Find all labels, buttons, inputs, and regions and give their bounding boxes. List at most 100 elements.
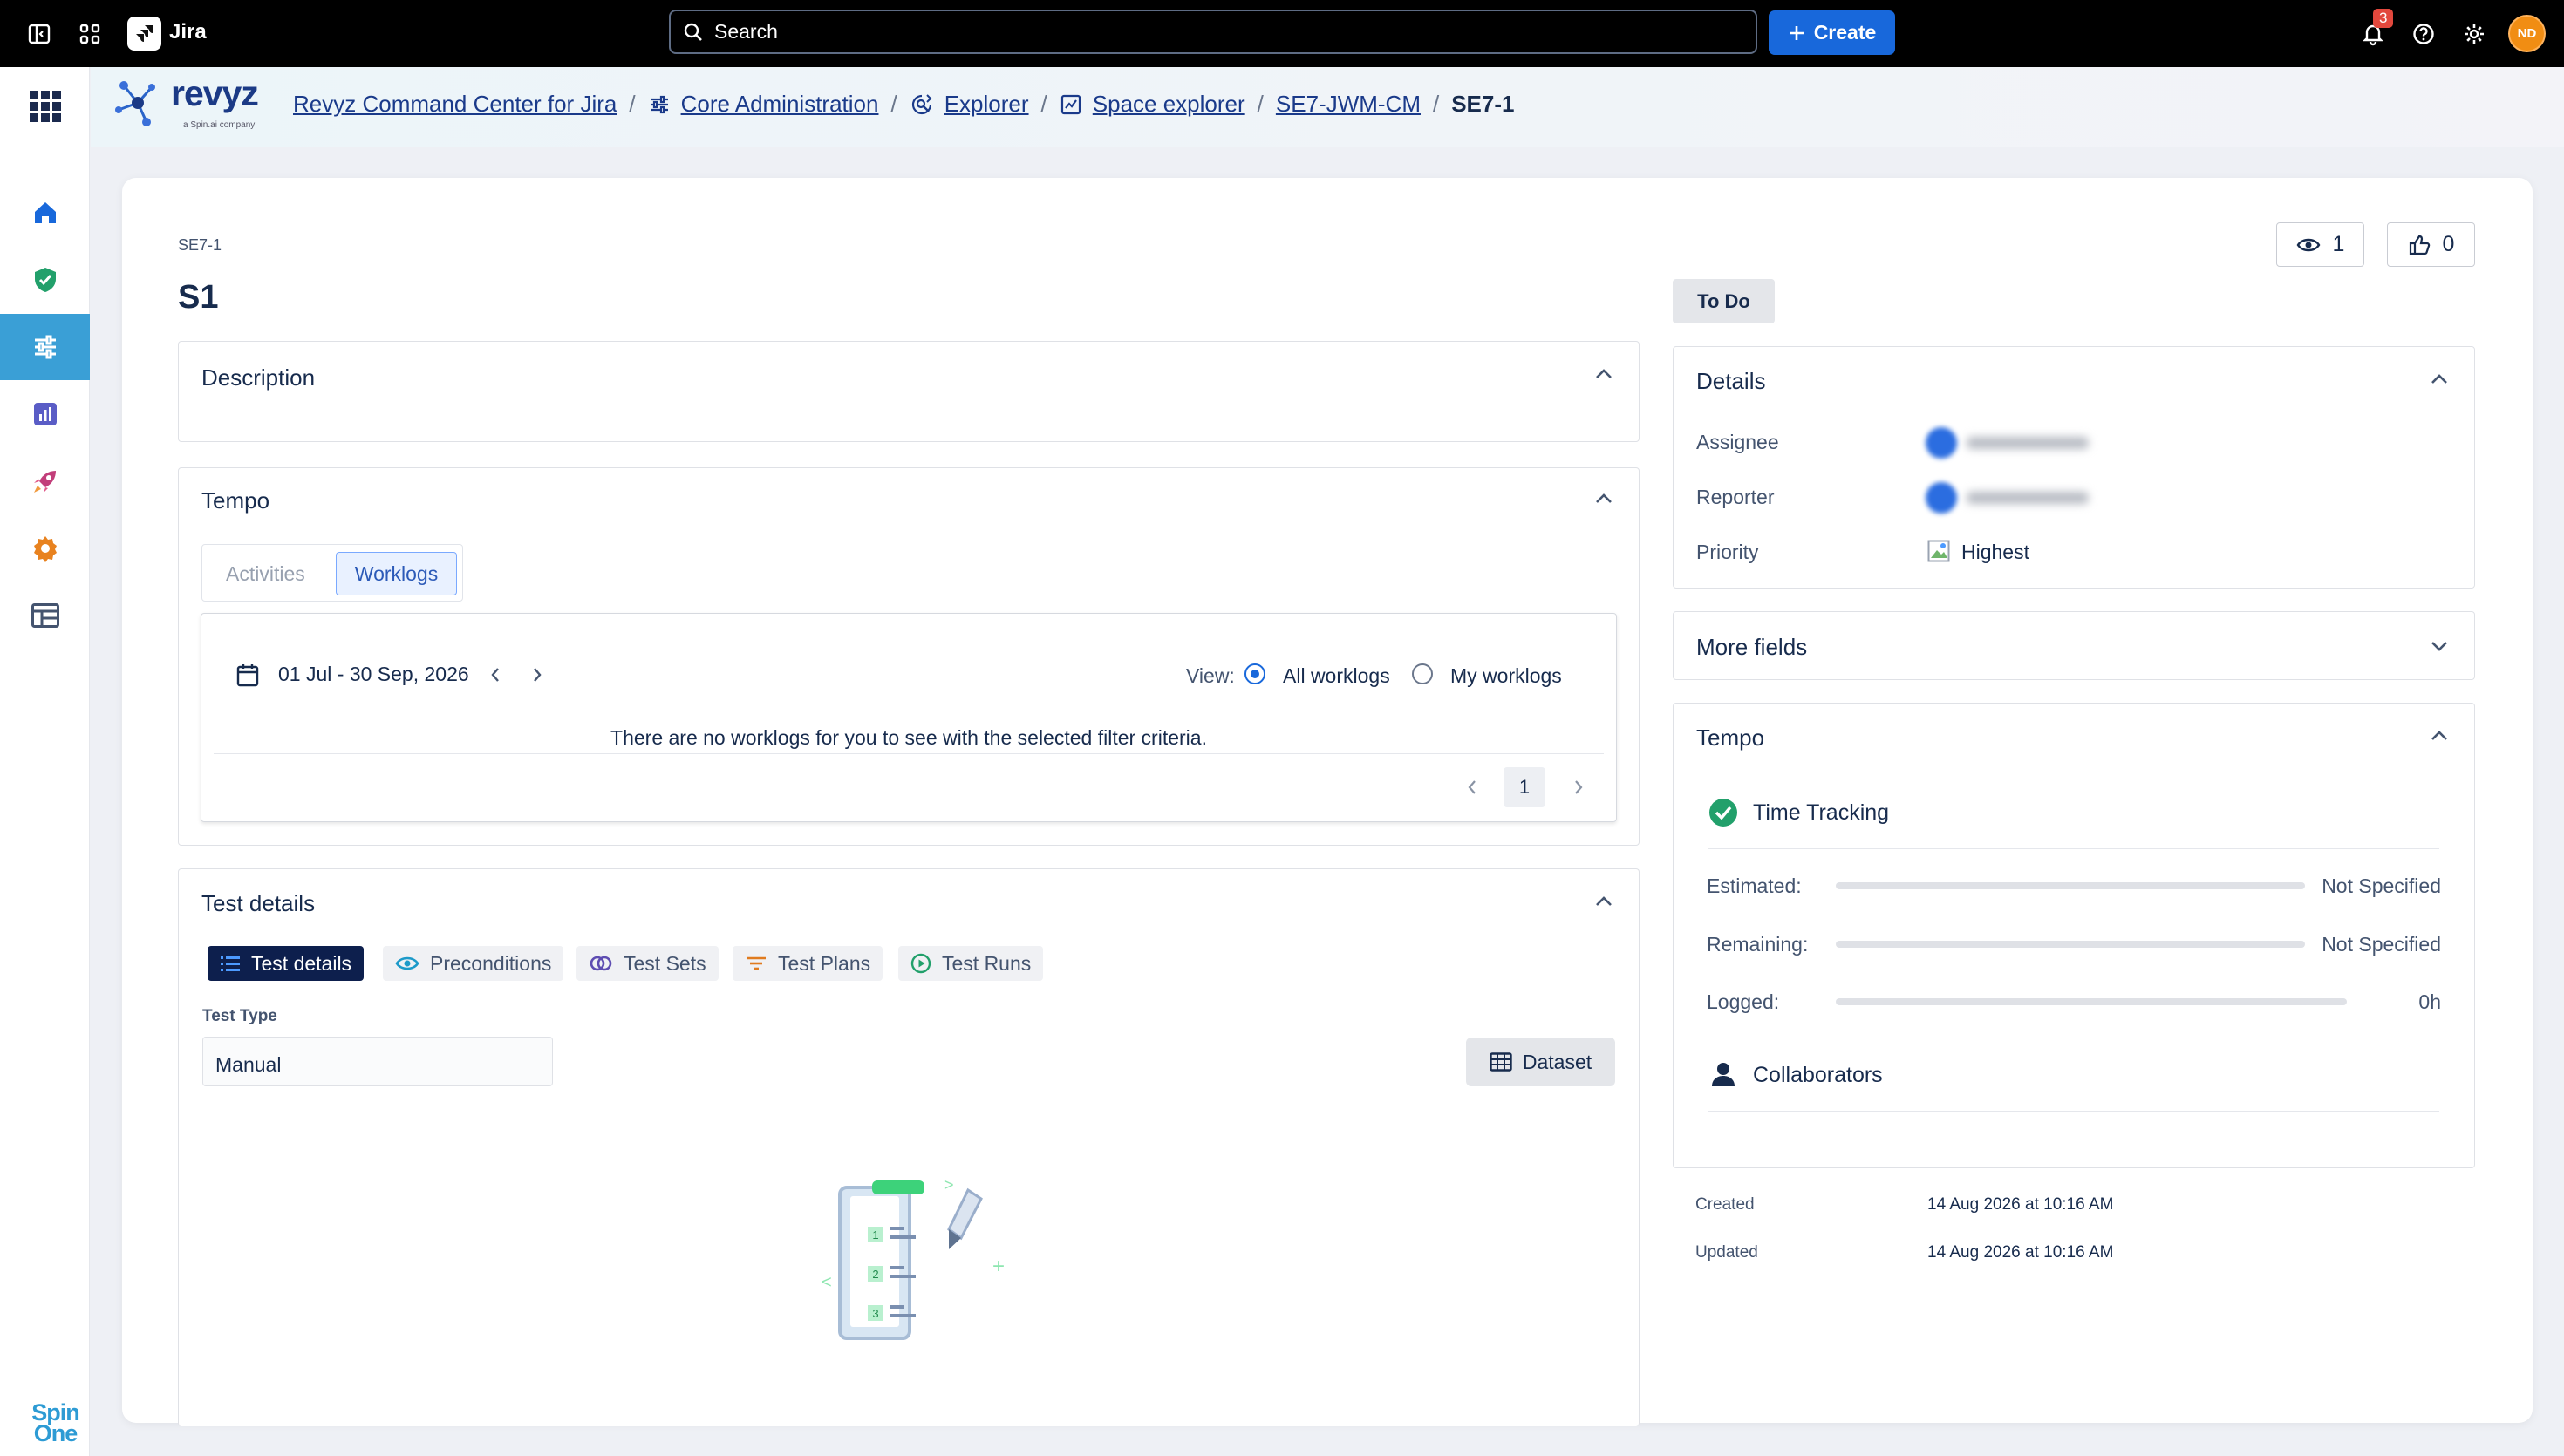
chevron-left-icon[interactable] <box>489 666 501 684</box>
tab-test-details[interactable]: Test details <box>208 946 365 981</box>
priority-image-icon <box>1927 540 1950 562</box>
reporter-avatar[interactable] <box>1926 482 1957 514</box>
revyz-logo-subtitle: a Spin.ai company <box>183 120 256 130</box>
estimated-label: Estimated: <box>1707 874 1802 897</box>
remaining-label: Remaining: <box>1707 933 1809 956</box>
vote-button[interactable]: 0 <box>2387 222 2475 267</box>
empty-worklogs-message: There are no worklogs for you to see wit… <box>610 726 1207 749</box>
chevron-down-icon[interactable] <box>2431 640 2448 652</box>
test-sets-icon <box>590 956 612 971</box>
assignee-name-redacted[interactable] <box>1967 437 2089 449</box>
sidebar-toggle-icon[interactable] <box>23 17 56 51</box>
search-icon <box>684 23 702 41</box>
details-panel: Details Assignee Reporter Priority Highe… <box>1673 346 2475 589</box>
app-name[interactable]: Jira <box>169 20 207 44</box>
assignee-avatar[interactable] <box>1926 427 1957 459</box>
tab-preconditions-label: Preconditions <box>430 951 552 975</box>
search-placeholder: Search <box>714 20 778 43</box>
help-icon[interactable] <box>2407 17 2440 51</box>
search-input[interactable]: Search <box>669 10 1757 54</box>
chevron-right-icon[interactable] <box>531 666 543 684</box>
details-heading: Details <box>1696 368 1766 394</box>
grid-table-icon <box>1490 1052 1512 1072</box>
all-worklogs-radio[interactable] <box>1244 663 1265 684</box>
all-worklogs-label[interactable]: All worklogs <box>1283 664 1390 688</box>
tab-preconditions[interactable]: Preconditions <box>383 946 564 981</box>
jira-logo-icon[interactable] <box>127 17 161 51</box>
tempo-panel-heading: Tempo <box>1696 725 1765 751</box>
logged-label: Logged: <box>1707 990 1780 1013</box>
chevron-up-icon[interactable] <box>1595 895 1613 908</box>
reports-chart-icon[interactable] <box>0 381 90 447</box>
sliders-icon <box>650 95 668 113</box>
revyz-logo-text: revyz <box>171 73 259 113</box>
table-layout-icon[interactable] <box>0 582 90 649</box>
core-administration-sliders-icon[interactable] <box>0 314 90 380</box>
reporter-name-redacted[interactable] <box>1967 492 2089 504</box>
breadcrumb-link-command-center[interactable]: Revyz Command Center for Jira <box>293 91 617 118</box>
breadcrumb-item-explorer: Explorer <box>910 91 1029 118</box>
space-explorer-icon <box>1060 94 1081 114</box>
chevron-up-icon[interactable] <box>2431 730 2448 742</box>
breadcrumb-separator: / <box>1432 91 1440 117</box>
revyz-logo-mark-icon <box>115 81 155 126</box>
svg-text:>: > <box>944 1176 954 1194</box>
pagination-prev-icon[interactable] <box>1466 779 1478 796</box>
issue-title: S1 <box>178 279 219 316</box>
revyz-logo[interactable]: revyz a Spin.ai company <box>110 73 259 130</box>
breadcrumb-link-project[interactable]: SE7-JWM-CM <box>1276 91 1421 118</box>
breadcrumb-current: SE7-1 <box>1451 91 1515 117</box>
chevron-up-icon[interactable] <box>2431 373 2448 385</box>
breadcrumb-link-core-administration[interactable]: Core Administration <box>681 91 879 118</box>
tab-worklogs[interactable]: Worklogs <box>336 552 457 595</box>
pagination-next-icon[interactable] <box>1572 779 1585 796</box>
tab-test-plans[interactable]: Test Plans <box>733 946 883 981</box>
more-fields-panel[interactable]: More fields <box>1673 611 2475 680</box>
spinone-logo: Spin One <box>31 1399 80 1446</box>
app-grid-icon[interactable] <box>0 76 90 137</box>
remaining-progress-bar <box>1836 941 2305 948</box>
updated-value: 14 Aug 2026 at 10:16 AM <box>1927 1243 2114 1262</box>
test-type-field[interactable]: Manual <box>202 1037 553 1086</box>
watcher-count: 1 <box>2332 232 2345 256</box>
updated-label: Updated <box>1695 1243 1758 1262</box>
eye-icon <box>2296 238 2320 251</box>
view-label: View: <box>1186 664 1235 687</box>
pagination-page-button[interactable]: 1 <box>1504 767 1545 807</box>
breadcrumb-separator: / <box>1257 91 1264 117</box>
date-range[interactable]: 01 Jul - 30 Sep, 2026 <box>278 663 469 686</box>
settings-gear-orange-icon[interactable] <box>0 515 90 582</box>
tab-test-runs[interactable]: Test Runs <box>898 946 1044 981</box>
dataset-button[interactable]: Dataset <box>1466 1038 1615 1086</box>
calendar-icon[interactable] <box>236 663 259 687</box>
watch-button[interactable]: 1 <box>2276 222 2364 267</box>
shield-check-icon[interactable] <box>0 247 90 313</box>
explorer-search-icon <box>911 93 932 114</box>
list-icon <box>221 956 240 971</box>
tempo-heading: Tempo <box>201 487 270 514</box>
priority-value[interactable]: Highest <box>1961 541 2029 564</box>
tempo-time-tracking-panel: Tempo Time Tracking Estimated: Not Speci… <box>1673 703 2475 1168</box>
created-value: 14 Aug 2026 at 10:16 AM <box>1927 1195 2114 1214</box>
create-button[interactable]: Create <box>1769 10 1895 55</box>
home-icon[interactable] <box>0 180 90 246</box>
my-worklogs-radio[interactable] <box>1412 663 1433 684</box>
chevron-up-icon[interactable] <box>1595 493 1613 505</box>
collaborators-title[interactable]: Collaborators <box>1753 1063 1883 1088</box>
chevron-up-icon[interactable] <box>1595 368 1613 380</box>
rocket-icon[interactable] <box>0 448 90 514</box>
tab-test-sets[interactable]: Test Sets <box>576 946 719 981</box>
tab-activities[interactable]: Activities <box>226 562 305 586</box>
breadcrumb-separator: / <box>890 91 897 117</box>
settings-gear-icon[interactable] <box>2458 17 2491 51</box>
dataset-label: Dataset <box>1522 1050 1592 1073</box>
user-avatar[interactable]: ND <box>2508 15 2546 52</box>
my-worklogs-label[interactable]: My worklogs <box>1450 664 1562 688</box>
app-switcher-icon[interactable] <box>73 17 106 51</box>
status-button[interactable]: To Do <box>1673 279 1775 323</box>
play-circle-icon <box>910 953 931 974</box>
more-fields-heading: More fields <box>1696 634 1808 660</box>
breadcrumb-link-explorer[interactable]: Explorer <box>944 91 1029 118</box>
empty-test-steps-illustration: 1 2 3 + < > <box>822 1176 1005 1340</box>
breadcrumb-link-space-explorer[interactable]: Space explorer <box>1093 91 1245 118</box>
